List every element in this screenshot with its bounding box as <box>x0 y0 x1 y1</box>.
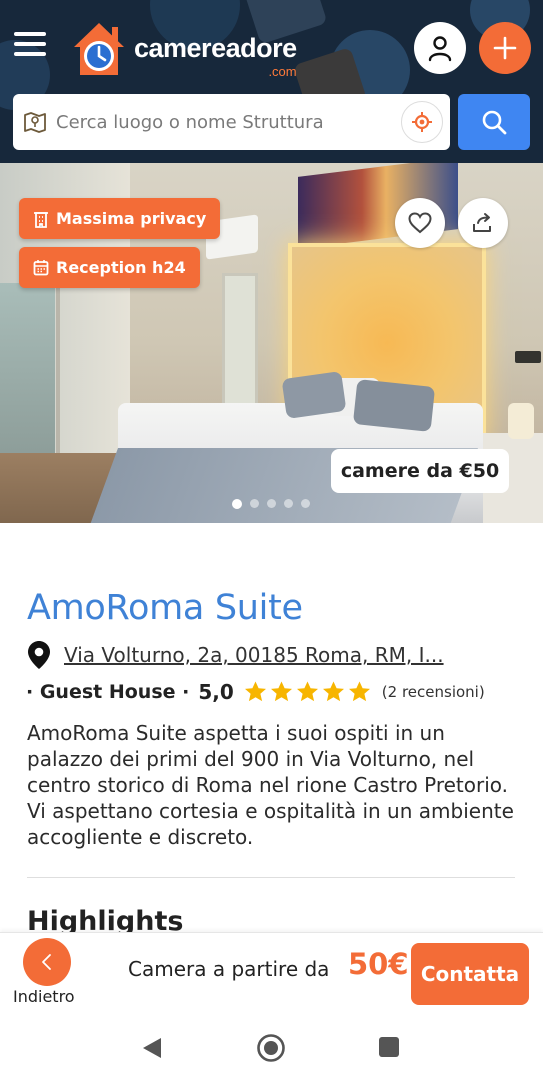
bottom-action-bar: Indietro Camera a partire da 50€ Contatt… <box>0 932 543 1012</box>
carousel-dot[interactable] <box>250 499 259 508</box>
feature-tag-label: Massima privacy <box>56 209 207 228</box>
feature-tag-label: Reception h24 <box>56 258 186 277</box>
menu-icon[interactable] <box>14 32 46 60</box>
star-icon <box>348 681 370 702</box>
address-row: Via Volturno, 2a, 00185 Roma, RM, I... <box>27 640 444 670</box>
property-title: AmoRoma Suite <box>27 588 303 628</box>
logo-house-icon <box>68 17 130 79</box>
highlights-heading: Highlights <box>27 906 184 932</box>
reviews-count[interactable]: (2 recensioni) <box>382 683 485 701</box>
share-icon <box>473 213 491 232</box>
map-icon <box>24 112 46 133</box>
building-icon <box>34 211 48 228</box>
heart-icon <box>408 212 432 234</box>
search-button[interactable] <box>458 94 530 150</box>
feature-tag-privacy: Massima privacy <box>19 198 221 239</box>
rating-stars <box>243 680 372 704</box>
locate-me-button[interactable] <box>401 101 443 143</box>
nav-back-icon[interactable] <box>141 1036 163 1060</box>
search-bar <box>13 94 450 150</box>
property-type: · Guest House · <box>26 681 190 703</box>
rating-score: 5,0 <box>198 680 234 704</box>
star-icon <box>244 681 266 702</box>
user-account-button[interactable] <box>414 22 466 74</box>
back-label[interactable]: Indietro <box>13 987 75 1006</box>
carousel-dot[interactable] <box>267 499 276 508</box>
carousel-dot[interactable] <box>284 499 293 508</box>
star-icon <box>270 681 292 702</box>
carousel-indicator <box>232 499 310 509</box>
back-button[interactable] <box>23 938 71 986</box>
add-property-button[interactable] <box>479 22 531 74</box>
logo-suffix: .com <box>268 63 297 79</box>
address-link[interactable]: Via Volturno, 2a, 00185 Roma, RM, I... <box>64 643 444 667</box>
carousel-dot[interactable] <box>301 499 310 508</box>
property-description: AmoRoma Suite aspetta i suoi ospiti in u… <box>27 721 514 849</box>
chevron-left-icon <box>42 954 51 970</box>
divider <box>27 877 515 878</box>
location-pin-icon <box>28 641 50 669</box>
locate-icon <box>412 112 432 132</box>
user-icon <box>428 36 452 62</box>
system-navigation-bar <box>0 1012 543 1080</box>
star-icon <box>322 681 344 702</box>
share-button[interactable] <box>458 198 508 248</box>
logo[interactable]: camereadore .com <box>68 16 297 80</box>
price-from-text: Camera a partire da <box>128 957 330 981</box>
star-icon <box>296 681 318 702</box>
plus-icon <box>493 36 517 60</box>
app-header: camereadore .com <box>0 0 543 163</box>
search-input[interactable] <box>56 111 396 133</box>
search-icon <box>482 110 507 135</box>
favorite-button[interactable] <box>395 198 445 248</box>
carousel-dot[interactable] <box>232 499 242 509</box>
price-amount: 50€ <box>348 947 409 981</box>
rating-row: · Guest House · 5,0 (2 recensioni) <box>26 680 485 704</box>
logo-text: camereadore <box>134 32 297 63</box>
contact-button[interactable]: Contatta <box>411 943 529 1005</box>
calendar-icon <box>33 260 49 276</box>
nav-home-icon[interactable] <box>256 1033 286 1063</box>
nav-recent-apps-icon[interactable] <box>378 1036 400 1058</box>
feature-tag-reception: Reception h24 <box>19 247 200 288</box>
price-badge: camere da €50 <box>331 449 509 493</box>
